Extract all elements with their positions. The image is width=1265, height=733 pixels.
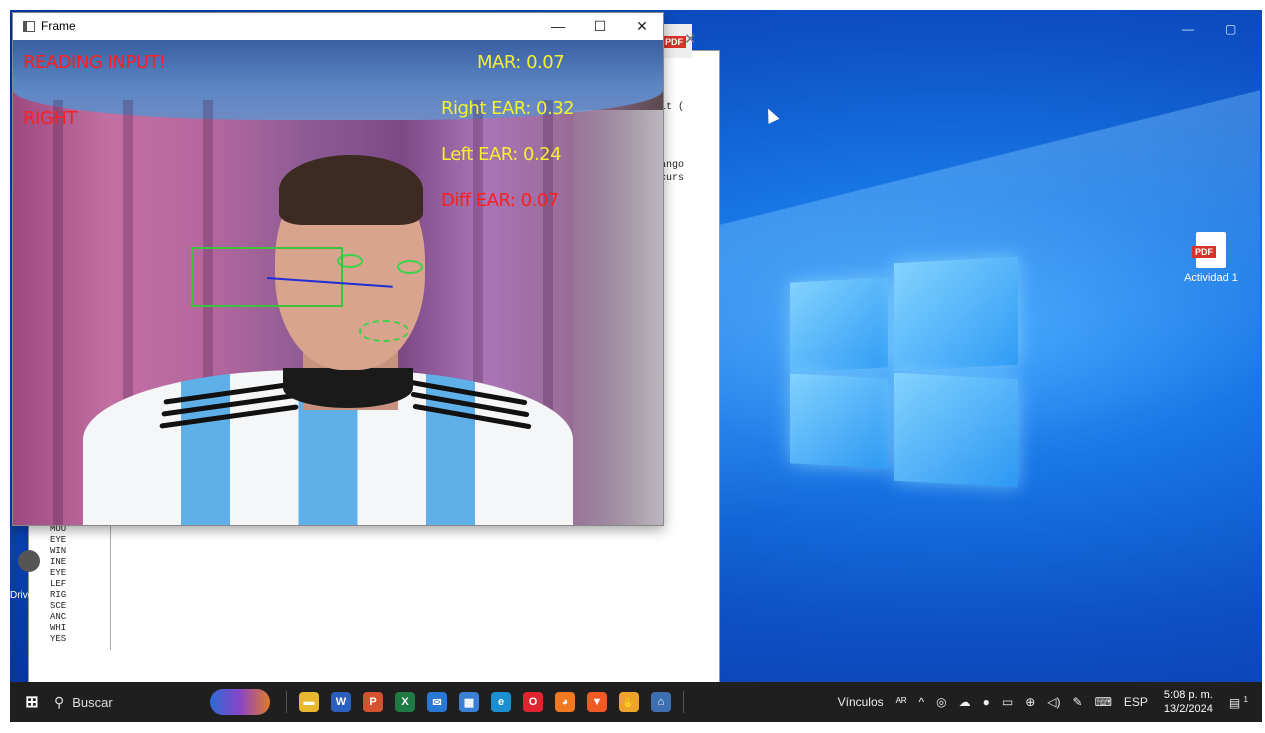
- window-titlebar[interactable]: Frame — ☐ ✕: [13, 13, 663, 39]
- editor-line: YES: [50, 634, 67, 644]
- editor-line: RIG: [50, 590, 67, 600]
- mar-text: MAR: 0.07: [477, 52, 565, 73]
- frame-window[interactable]: Frame — ☐ ✕ READING INPUT! RIGHT MAR: 0.…: [12, 12, 664, 526]
- excel-icon[interactable]: X: [395, 692, 415, 712]
- editor-fragment: sh: [707, 65, 720, 76]
- taskbar-search[interactable]: ⚲ Buscar: [54, 688, 204, 716]
- diff-ear-text: Diff EAR: 0.07: [441, 190, 559, 211]
- search-icon: ⚲: [54, 693, 65, 710]
- drive-icon: [18, 550, 40, 572]
- network-icon[interactable]: ⊕: [1025, 695, 1035, 709]
- taskbar-separator: [683, 691, 684, 713]
- taskbar-apps: ▬ W P X ✉ ▦ e O ◕ ▼ ✋ ⌂: [293, 692, 677, 712]
- webcam-feed: READING INPUT! RIGHT MAR: 0.07 Right EAR…: [13, 40, 663, 525]
- editor-line: INE: [50, 557, 67, 567]
- close-button[interactable]: ✕: [621, 18, 663, 35]
- desktop-icon-actividad-1[interactable]: PDF Actividad 1: [1176, 232, 1246, 284]
- desktop-icon-drive[interactable]: Drive: [10, 550, 40, 601]
- brave-icon[interactable]: ▼: [587, 692, 607, 712]
- pdf-file-icon: PDF: [1192, 232, 1226, 268]
- editor-line: WIN: [50, 546, 67, 556]
- mail-icon[interactable]: ✉: [427, 692, 447, 712]
- clock-time: 5:08 p. m.: [1163, 689, 1213, 701]
- editor-line: ANC: [50, 612, 67, 622]
- chevron-up-icon[interactable]: ^: [919, 695, 925, 709]
- system-tray: Vínculos ᴬᴿ ^ ◎ ☁ ● ▭ ⊕ ◁) ✎ ⌨ ESP 5:08 …: [832, 688, 1262, 716]
- person-hair: [279, 155, 423, 225]
- people-icon[interactable]: ᴬᴿ: [896, 695, 907, 709]
- copilot-button[interactable]: [210, 689, 270, 715]
- powerpoint-icon[interactable]: P: [363, 692, 383, 712]
- status-text: READING INPUT!: [23, 52, 166, 73]
- mic-icon[interactable]: ●: [983, 695, 990, 709]
- hand-app-icon[interactable]: ✋: [619, 692, 639, 712]
- battery-icon[interactable]: ▭: [1002, 695, 1013, 709]
- language-indicator[interactable]: ESP: [1124, 695, 1148, 709]
- keyboard-icon[interactable]: ⌨: [1095, 695, 1112, 709]
- clock-date: 13/2/2024: [1163, 703, 1213, 715]
- desktop-icon-label: Actividad 1: [1184, 272, 1238, 284]
- restore-icon[interactable]: ▢: [1225, 22, 1236, 36]
- editor-line: EYE: [50, 535, 67, 545]
- firefox-icon[interactable]: ◕: [555, 692, 575, 712]
- editor-line: WHI: [50, 623, 67, 633]
- python-icon[interactable]: ⌂: [651, 692, 671, 712]
- desktop: — ▢ PDF Actividad 1 PDF ✕ sh it ( ango c…: [10, 10, 1262, 722]
- clock[interactable]: 5:08 p. m. 13/2/2024: [1164, 688, 1213, 716]
- minimize-icon[interactable]: —: [1182, 22, 1194, 36]
- shirt-collar: [283, 368, 413, 408]
- search-placeholder: Buscar: [72, 694, 113, 710]
- notification-icon: ▤: [1228, 695, 1241, 710]
- word-icon[interactable]: W: [331, 692, 351, 712]
- direction-text: RIGHT: [23, 108, 77, 129]
- links-toolbar[interactable]: Vínculos: [838, 695, 884, 709]
- window-title: Frame: [41, 19, 76, 33]
- editor-close-icon[interactable]: ✕: [684, 30, 697, 48]
- right-eye-contour: [397, 260, 423, 274]
- editor-line: EYE: [50, 568, 67, 578]
- volume-icon[interactable]: ◁): [1047, 695, 1060, 709]
- taskbar-separator: [286, 691, 287, 713]
- tray-app-icon[interactable]: ◎: [936, 695, 946, 709]
- mouth-contour: [359, 320, 409, 342]
- store-icon[interactable]: ▦: [459, 692, 479, 712]
- cloud-icon[interactable]: ☁: [959, 695, 971, 709]
- maximize-button[interactable]: ☐: [579, 18, 621, 35]
- taskbar: ⊞ ⚲ Buscar ▬ W P X ✉ ▦ e O ◕ ▼ ✋ ⌂ Vínculos ᴬᴿ ^ ◎ …: [10, 682, 1262, 722]
- pen-icon[interactable]: ✎: [1073, 695, 1083, 709]
- minimize-button[interactable]: —: [537, 18, 579, 34]
- window-app-icon: [23, 20, 35, 32]
- mouse-cursor-icon: [762, 106, 780, 124]
- opera-icon[interactable]: O: [523, 692, 543, 712]
- notification-center-button[interactable]: ▤ 1: [1229, 695, 1248, 710]
- editor-line: LEF: [50, 579, 67, 589]
- file-explorer-icon[interactable]: ▬: [299, 692, 319, 712]
- windows-logo: [790, 250, 1020, 488]
- right-ear-text: Right EAR: 0.32: [441, 98, 575, 119]
- edge-icon[interactable]: e: [491, 692, 511, 712]
- editor-line: SCE: [50, 601, 67, 611]
- start-button[interactable]: ⊞: [22, 692, 42, 712]
- notification-count: 1: [1243, 694, 1248, 704]
- left-ear-text: Left EAR: 0.24: [441, 144, 562, 165]
